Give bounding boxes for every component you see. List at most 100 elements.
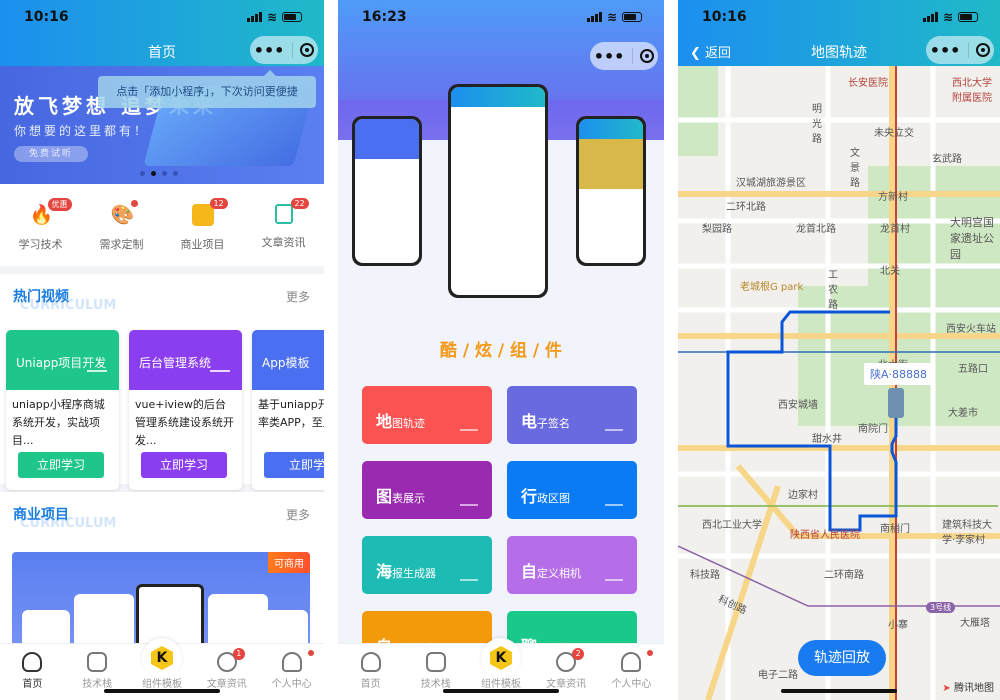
more-icon[interactable]: ••• [594,47,625,66]
study-now-button[interactable]: 立即学习 [141,452,227,478]
component-map-track[interactable]: 地图轨迹 [362,386,492,444]
status-time: 16:23 [362,9,407,25]
battery-icon [282,12,302,22]
close-target-icon[interactable] [300,43,315,57]
palette-icon: 🎨 [110,204,135,226]
badge: 12 [209,198,228,209]
free-trial-button[interactable]: 免费试听 [14,146,88,162]
badge: 1 [232,648,245,660]
component-e-signature[interactable]: 电子签名 [507,386,637,444]
map-label: 二环北路 [726,202,766,213]
map-label: 龙首北路 [796,224,836,235]
hot-videos-section: CURRICULUM 热门视频 更多 Uniapp项目开发 uniapp小程序商… [0,274,324,490]
tab-profile[interactable]: 个人中心 [601,650,661,700]
status-time: 10:16 [24,9,69,25]
home-indicator [443,689,559,693]
bag-icon [87,652,108,672]
home-icon [22,652,43,672]
compass-icon: ➤ [942,683,951,694]
map-label: 西安城墙 [778,400,818,411]
red-dot [647,650,654,656]
map-label: 大差市 [948,408,978,419]
map-label: 小寨 [888,620,908,631]
section-title: 热门视频 [13,289,69,305]
map-label: 大雁塔 [960,618,990,629]
signal-icon [586,12,602,22]
map-label: 科技路 [690,570,720,581]
badge: 2 [572,648,585,660]
status-time: 10:16 [702,9,747,25]
commercial-badge: 可商用 [268,552,310,573]
quick-item-study[interactable]: 🔥 优惠 学习技术 [6,198,76,266]
study-now-button[interactable]: 立即学 [264,452,324,478]
home-icon [360,652,381,672]
mini-program-capsule[interactable]: ••• [590,42,658,70]
component-camera[interactable]: 自定义相机 [507,536,637,594]
carousel-dots [140,171,178,176]
battery-icon [958,12,978,22]
map-label: 五路口 [958,364,988,375]
bag-icon [425,652,446,672]
phone-home-screen: 10:16 ≋ 首页 ••• 放飞梦想 追梦未来 你想要的这里都有！ 免费试听 … [0,0,324,700]
vehicle-plate-label: 陕A·88888 [864,363,934,385]
map-label: 北关 [880,266,900,277]
close-target-icon[interactable] [640,49,655,63]
k-logo-icon: K [141,638,182,678]
more-link[interactable]: 更多 [286,506,310,523]
course-card[interactable]: 后台管理系统 vue+iview的后台管理系统建设系统开发... 立即学习 [129,330,242,490]
map-label: 电子二路 [758,670,798,681]
more-icon[interactable]: ••• [254,41,285,60]
preview-id-upload [448,84,548,298]
tab-home[interactable]: 首页 [341,652,401,700]
metro-line-badge: 3号线 [926,602,956,613]
map-label: 梨园路 [702,224,732,235]
status-bar: 10:16 ≋ [0,0,324,34]
map-label: 西安火车站 [946,324,996,335]
component-charts[interactable]: 图表展示 [362,461,492,519]
map-label: 老城根G park [740,282,804,293]
signal-icon [246,12,262,22]
tab-home[interactable]: 首页 [2,652,62,700]
course-card[interactable]: App模板 基于uniapp开发效率类APP，至上线... 立即学 [252,330,324,490]
close-target-icon[interactable] [976,43,991,57]
mini-program-capsule[interactable]: ••• [926,36,994,64]
more-icon[interactable]: ••• [930,41,961,60]
banner-subline: 你想要的这里都有！ [14,124,150,138]
battery-icon [622,12,642,22]
map-label: 龙首村 [880,224,910,235]
phone-components-screen: 16:23 ≋ ••• 酷 / 炫 / 组 / 件 地图轨迹 电子签名 图表展示… [338,0,664,700]
preview-ranking [352,116,422,266]
user-icon [621,652,642,672]
map-label: 长安医院 [848,78,888,89]
map-label: 汉城湖旅游景区 [736,178,806,189]
mini-program-capsule[interactable]: ••• [250,36,318,64]
track-replay-button[interactable]: 轨迹回放 [798,640,886,676]
user-icon [281,652,302,672]
vehicle-icon [888,388,904,418]
map-label: 西北工业大学 [702,520,762,531]
calendar-icon [274,204,293,224]
course-card[interactable]: Uniapp项目开发 uniapp小程序商城系统开发，实战项目... 立即学习 [6,330,119,490]
map-label: 方新村 [878,192,908,203]
signal-icon [922,12,938,22]
component-grid: 地图轨迹 电子签名 图表展示 行政区图 海报生成器 自定义相机 自定义键盘 聊天… [362,386,637,669]
home-indicator [781,689,897,693]
map-label: 二环南路 [824,570,864,581]
quick-entry-grid: 🔥 优惠 学习技术 🎨 需求定制 12 商业项目 22 文章资讯 [0,184,324,266]
quick-item-articles[interactable]: 22 文章资讯 [249,198,319,266]
map-label: 玄武路 [932,154,962,165]
component-region-map[interactable]: 行政区图 [507,461,637,519]
tab-profile[interactable]: 个人中心 [262,650,322,700]
component-poster[interactable]: 海报生成器 [362,536,492,594]
map-label: 明光路 [812,104,822,145]
quick-item-business[interactable]: 12 商业项目 [168,198,238,266]
more-link[interactable]: 更多 [286,288,310,305]
badge: 22 [290,198,309,209]
map-attribution: ➤ 腾讯地图 [942,683,994,694]
quick-item-custom[interactable]: 🎨 需求定制 [87,200,157,266]
badge: 优惠 [47,198,72,211]
study-now-button[interactable]: 立即学习 [18,452,104,478]
map-label: 未央立交 [874,128,914,139]
map-label: 西北大学附属医院 [952,78,992,104]
map-label: 南稍门 [880,524,910,535]
